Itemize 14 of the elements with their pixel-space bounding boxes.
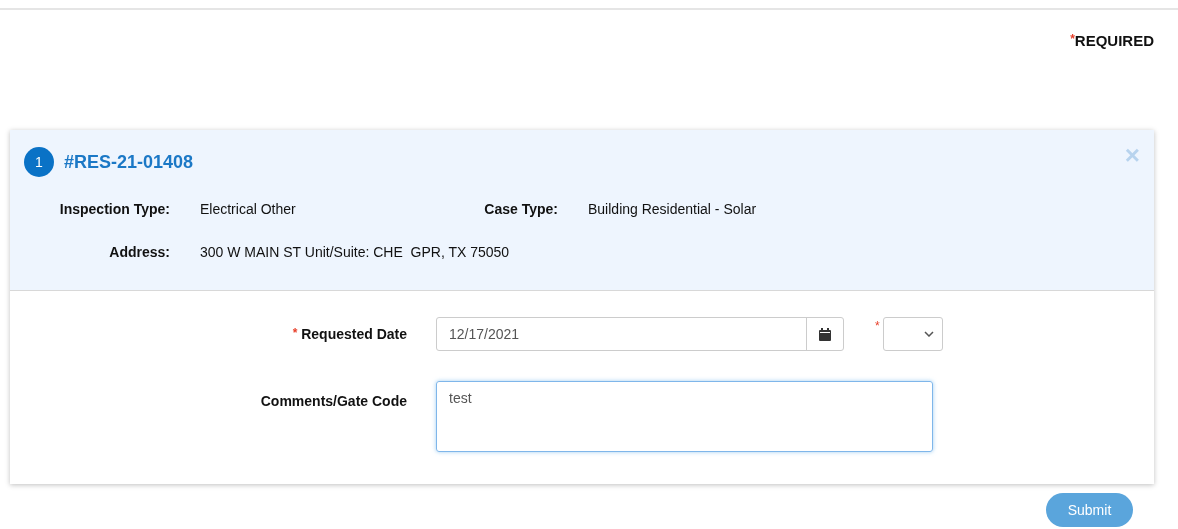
required-mark: * <box>875 318 880 335</box>
detail-label: Address: <box>108 243 171 262</box>
comments-field[interactable]: test <box>436 381 933 452</box>
case-id: #RES-21-01408 <box>64 150 194 174</box>
detail-value: Building Residential - Solar <box>587 200 758 219</box>
detail-label: Case Type: <box>483 200 559 219</box>
field-label: * Requested Date <box>291 324 407 344</box>
required-note: *REQUIRED <box>1070 31 1154 51</box>
field-label: Comments/Gate Code <box>259 392 407 411</box>
detail-value: Electrical Other <box>199 200 297 219</box>
detail-label: Inspection Type: <box>58 200 171 219</box>
detail-value: 300 W MAIN ST Unit/Suite: CHE GPR, TX 75050 <box>199 243 511 262</box>
chevron-down-icon <box>923 331 934 337</box>
step-number: 1 <box>24 147 54 177</box>
